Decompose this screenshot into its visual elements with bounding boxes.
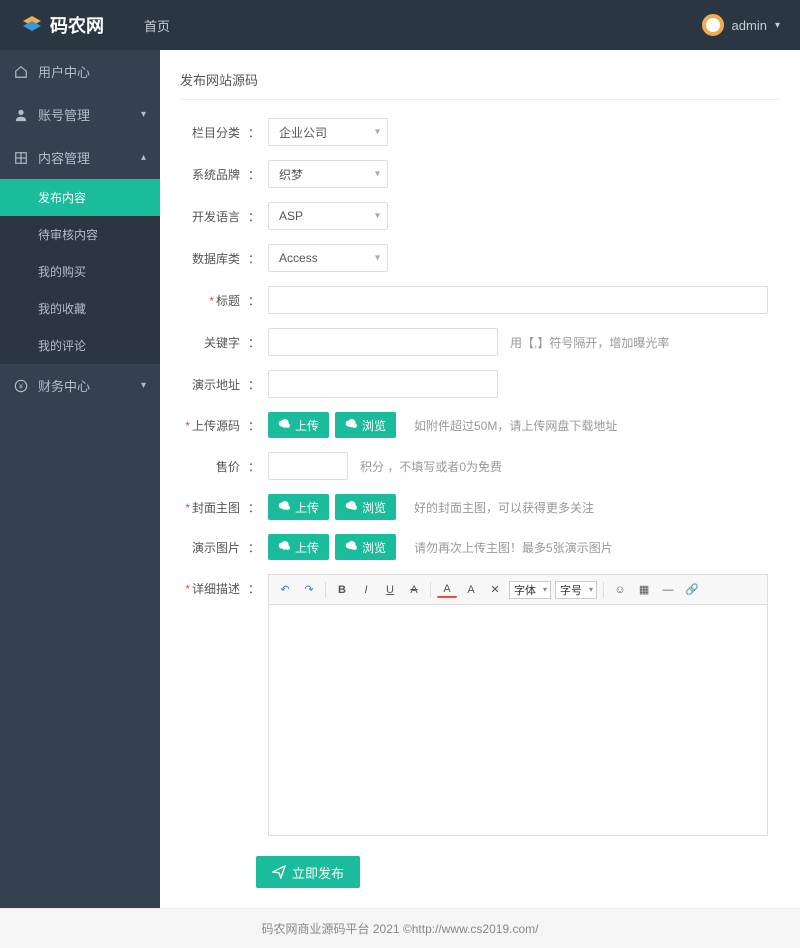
select-db[interactable]: Access▾	[268, 244, 388, 272]
label-gallery: 演示图片	[180, 539, 240, 556]
hint-keywords: 用【,】符号隔开，增加曝光率	[510, 334, 669, 351]
emoji-icon[interactable]: ☺	[610, 580, 630, 600]
bgcolor-icon[interactable]: A	[461, 580, 481, 600]
hint-price: 积分 ，不填写或者0为免费	[360, 458, 502, 475]
send-icon	[272, 865, 286, 879]
input-demo[interactable]	[268, 370, 498, 398]
input-price[interactable]	[268, 452, 348, 480]
undo-icon[interactable]: ↶	[275, 580, 295, 600]
gallery-upload-button[interactable]: 上传	[268, 534, 329, 560]
redo-icon[interactable]: ↷	[299, 580, 319, 600]
size-select[interactable]: 字号	[555, 581, 597, 599]
label-brand: 系统品牌	[180, 166, 240, 183]
topbar: 码农网 首页 admin ▾	[0, 0, 800, 50]
label-db: 数据库类	[180, 250, 240, 267]
username: admin	[732, 18, 767, 33]
sidebar-item-finance[interactable]: ¥ 财务中心 ▾	[0, 364, 160, 407]
avatar-icon	[702, 14, 724, 36]
user-icon	[14, 108, 28, 122]
hint-cover: 好的封面主图，可以获得更多关注	[414, 499, 594, 516]
sidebar-item-user-center[interactable]: 用户中心	[0, 50, 160, 93]
svg-text:¥: ¥	[19, 383, 23, 390]
footer: 码农网商业源码平台 2021 © http://www.cs2019.com/	[0, 908, 800, 948]
sidebar-label: 内容管理	[38, 148, 90, 167]
link-icon[interactable]: 🔗	[682, 580, 702, 600]
select-category[interactable]: 企业公司▾	[268, 118, 388, 146]
strike-icon[interactable]: A	[404, 580, 424, 600]
sidebar-label: 账号管理	[38, 105, 90, 124]
clear-icon[interactable]: ✕	[485, 580, 505, 600]
select-lang[interactable]: ASP▾	[268, 202, 388, 230]
cover-upload-button[interactable]: 上传	[268, 494, 329, 520]
topbar-left: 码农网 首页	[20, 12, 170, 38]
label-desc: *详细描述	[180, 574, 240, 597]
label-price: 售价	[180, 458, 240, 475]
yen-icon: ¥	[14, 379, 28, 393]
submit-button[interactable]: 立即发布	[256, 856, 360, 888]
hint-upload: 如附件超过50M，请上传网盘下载地址	[414, 417, 617, 434]
sidebar-sub-publish[interactable]: 发布内容	[0, 179, 160, 216]
sidebar-sub-purchase[interactable]: 我的购买	[0, 253, 160, 290]
sidebar-item-account[interactable]: 账号管理 ▾	[0, 93, 160, 136]
nav-home[interactable]: 首页	[144, 16, 170, 35]
chevron-down-icon: ▾	[141, 380, 146, 391]
select-brand[interactable]: 织梦▾	[268, 160, 388, 188]
logo[interactable]: 码农网	[20, 12, 104, 38]
hint-gallery: 请勿再次上传主图！最多5张演示图片	[414, 539, 613, 556]
browse-button[interactable]: 浏览	[335, 412, 396, 438]
italic-icon[interactable]: I	[356, 580, 376, 600]
footer-link[interactable]: http://www.cs2019.com/	[412, 922, 539, 936]
chevron-up-icon: ▴	[141, 152, 146, 163]
sidebar-item-content[interactable]: 内容管理 ▴	[0, 136, 160, 179]
editor-body[interactable]	[269, 605, 767, 835]
chevron-down-icon: ▾	[775, 20, 780, 31]
input-keywords[interactable]	[268, 328, 498, 356]
label-demo: 演示地址	[180, 376, 240, 393]
rich-editor: ↶ ↷ B I U A A A ✕ 字体 字号 ☺ ▦ —	[268, 574, 768, 836]
page-title: 发布网站源码	[180, 64, 780, 100]
sidebar-label: 用户中心	[38, 62, 90, 81]
upload-button[interactable]: 上传	[268, 412, 329, 438]
sidebar-sub-favorite[interactable]: 我的收藏	[0, 290, 160, 327]
font-select[interactable]: 字体	[509, 581, 551, 599]
logo-icon	[20, 13, 44, 37]
grid-icon	[14, 151, 28, 165]
sidebar-label: 财务中心	[38, 376, 90, 395]
hr-icon[interactable]: —	[658, 580, 678, 600]
input-title[interactable]	[268, 286, 768, 314]
sidebar-sub-pending[interactable]: 待审核内容	[0, 216, 160, 253]
home-icon	[14, 65, 28, 79]
brand-text: 码农网	[50, 12, 104, 38]
label-title: *标题	[180, 292, 240, 309]
underline-icon[interactable]: U	[380, 580, 400, 600]
sidebar-submenu-content: 发布内容 待审核内容 我的购买 我的收藏 我的评论	[0, 179, 160, 364]
editor-toolbar: ↶ ↷ B I U A A A ✕ 字体 字号 ☺ ▦ —	[269, 575, 767, 605]
image-icon[interactable]: ▦	[634, 580, 654, 600]
sidebar-sub-comment[interactable]: 我的评论	[0, 327, 160, 364]
cover-browse-button[interactable]: 浏览	[335, 494, 396, 520]
label-lang: 开发语言	[180, 208, 240, 225]
footer-text: 码农网商业源码平台 2021 ©	[262, 920, 412, 937]
label-keywords: 关键字	[180, 334, 240, 351]
chevron-down-icon: ▾	[141, 109, 146, 120]
main-content: 发布网站源码 栏目分类： 企业公司▾ 系统品牌： 织梦▾ 开发语言： ASP▾ …	[160, 50, 800, 908]
label-upload: *上传源码	[180, 417, 240, 434]
gallery-browse-button[interactable]: 浏览	[335, 534, 396, 560]
label-cover: *封面主图	[180, 499, 240, 516]
label-category: 栏目分类	[180, 124, 240, 141]
bold-icon[interactable]: B	[332, 580, 352, 600]
color-icon[interactable]: A	[437, 582, 457, 598]
sidebar: 用户中心 账号管理 ▾ 内容管理 ▴ 发布内容 待审核内容 我的购买 我的收藏 …	[0, 50, 160, 908]
user-menu[interactable]: admin ▾	[702, 14, 780, 36]
